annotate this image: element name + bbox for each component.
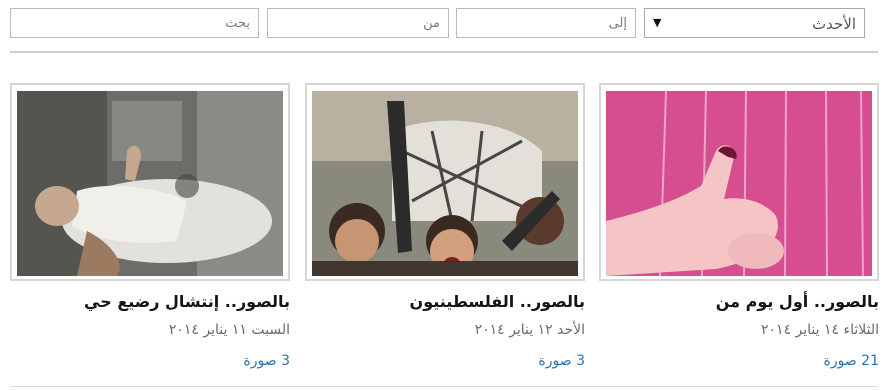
sort-selected-value: الأحدث [812,15,856,33]
album-title[interactable]: بالصور.. إنتشال رضيع حي [10,292,290,311]
filter-bar: الأحدث ▼ [10,8,865,40]
album-title[interactable]: بالصور.. الفلسطينيون [305,292,585,311]
top-divider [10,51,878,53]
album-thumbnail-image[interactable] [606,91,872,276]
sort-select[interactable]: الأحدث ▼ [644,8,865,38]
date-from-field[interactable] [267,8,449,38]
album-date: السبت ١١ يناير ٢٠١٤ [168,322,290,338]
album-photo-count-link[interactable]: 3 صورة [538,353,585,369]
album-thumbnail-frame[interactable] [599,83,879,281]
album-thumbnail-frame[interactable] [305,83,585,281]
album-thumbnail-frame[interactable] [10,83,290,281]
album-title[interactable]: بالصور.. أول يوم من [599,292,879,311]
album-date: الثلاثاء ١٤ يناير ٢٠١٤ [761,322,879,338]
thumbnail-photo-finger-ink [606,91,872,276]
search-field[interactable] [10,8,259,38]
bottom-divider [10,386,878,387]
chevron-down-icon[interactable]: ▼ [653,16,661,29]
album-date: الأحد ١٢ يناير ٢٠١٤ [474,322,585,338]
date-to-field[interactable] [456,8,636,38]
thumbnail-photo-rubble-rescue [17,91,283,276]
album-photo-count-link[interactable]: 21 صورة [824,353,880,369]
thumbnail-photo-children-rally [312,91,578,276]
date-from-input[interactable] [268,9,448,37]
album-thumbnail-image[interactable] [17,91,283,276]
date-to-input[interactable] [457,9,635,37]
album-thumbnail-image[interactable] [312,91,578,276]
album-photo-count-link[interactable]: 3 صورة [243,353,290,369]
search-input[interactable] [11,9,258,37]
